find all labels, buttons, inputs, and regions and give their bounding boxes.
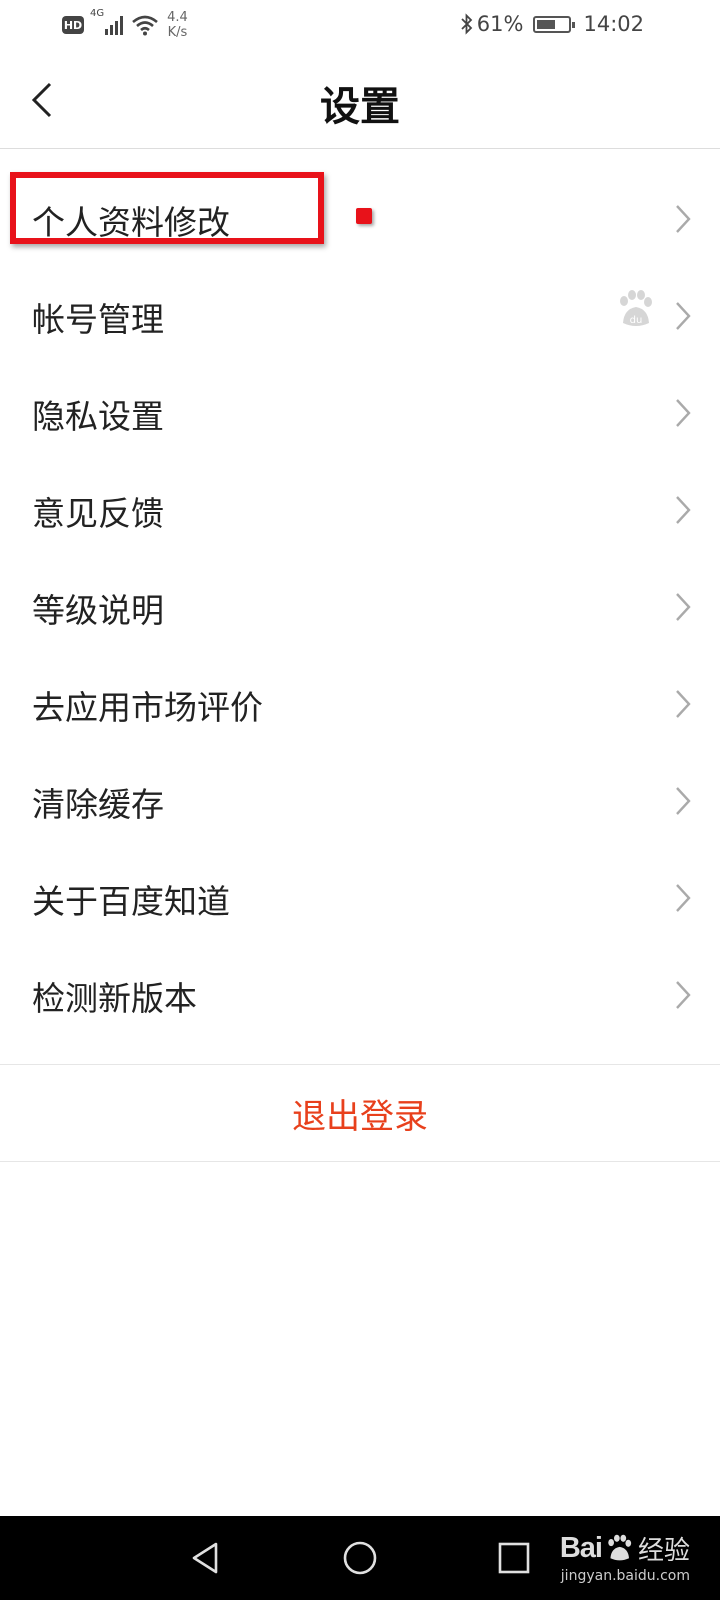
baidu-jingyan-watermark: Bai 经验 bbox=[560, 1530, 690, 1567]
logout-section: 退出登录 bbox=[0, 1064, 720, 1162]
menu-item-profile-edit[interactable]: 个人资料修改 bbox=[0, 172, 720, 269]
baidu-paw-icon bbox=[608, 1534, 632, 1560]
menu-item-check-update[interactable]: 检测新版本 bbox=[0, 948, 720, 1045]
clock: 14:02 bbox=[583, 12, 644, 36]
network-type-label: 4G bbox=[90, 8, 105, 19]
page-title: 设置 bbox=[320, 84, 400, 130]
network-speed: 4.4 K/s bbox=[167, 10, 188, 40]
menu-item-level-info[interactable]: 等级说明 bbox=[0, 560, 720, 657]
annotation-dot bbox=[356, 208, 372, 224]
chevron-right-icon bbox=[676, 496, 691, 524]
menu-item-label: 清除缓存 bbox=[32, 785, 164, 824]
hd-icon: HD bbox=[62, 16, 84, 34]
watermark-suffix: 经验 bbox=[637, 1536, 690, 1566]
signal-icon bbox=[105, 15, 125, 35]
menu-item-label: 等级说明 bbox=[32, 591, 164, 630]
battery-percent: 61% bbox=[476, 12, 524, 36]
recents-square-icon[interactable] bbox=[494, 1538, 534, 1578]
battery-tip bbox=[572, 21, 576, 28]
app-header: 设置 bbox=[0, 52, 720, 149]
menu-item-label: 关于百度知道 bbox=[32, 882, 230, 921]
chevron-right-icon bbox=[676, 884, 691, 912]
menu-item-clear-cache[interactable]: 清除缓存 bbox=[0, 754, 720, 851]
settings-menu: 个人资料修改 帐号管理 du 隐私设置 意见反馈 等级说明 去应用市场评价 清除… bbox=[0, 172, 720, 1045]
chevron-right-icon bbox=[676, 787, 691, 815]
menu-item-about[interactable]: 关于百度知道 bbox=[0, 851, 720, 948]
chevron-right-icon bbox=[676, 690, 691, 718]
status-bar-left: HD 4G 4.4 K/s bbox=[62, 8, 188, 40]
bluetooth-icon bbox=[461, 13, 473, 35]
home-circle-icon[interactable] bbox=[340, 1538, 380, 1578]
network-speed-unit: K/s bbox=[167, 25, 188, 40]
menu-item-label: 帐号管理 bbox=[32, 300, 164, 339]
chevron-right-icon bbox=[676, 205, 691, 233]
back-triangle-icon[interactable] bbox=[186, 1538, 226, 1578]
menu-item-label: 意见反馈 bbox=[32, 494, 164, 533]
chevron-right-icon bbox=[676, 593, 691, 621]
menu-item-account-management[interactable]: 帐号管理 du bbox=[0, 269, 720, 366]
menu-item-label: 隐私设置 bbox=[32, 397, 164, 436]
system-nav-bar: Bai 经验 jingyan.baidu.com bbox=[0, 1516, 720, 1600]
chevron-right-icon bbox=[676, 302, 691, 330]
logout-button[interactable]: 退出登录 bbox=[0, 1065, 720, 1161]
menu-item-privacy-settings[interactable]: 隐私设置 bbox=[0, 366, 720, 463]
chevron-right-icon bbox=[676, 981, 691, 1009]
svg-text:du: du bbox=[630, 315, 643, 326]
menu-item-rate-app[interactable]: 去应用市场评价 bbox=[0, 657, 720, 754]
chevron-right-icon bbox=[676, 399, 691, 427]
battery-fill bbox=[537, 19, 556, 29]
battery-icon bbox=[533, 15, 576, 33]
network-speed-value: 4.4 bbox=[167, 10, 188, 25]
status-bar-right: 61% 14:02 bbox=[459, 12, 644, 36]
watermark-url: jingyan.baidu.com bbox=[560, 1568, 690, 1584]
menu-item-label: 检测新版本 bbox=[32, 979, 197, 1018]
wifi-icon bbox=[132, 15, 158, 36]
highlight-annotation-box bbox=[10, 172, 324, 244]
menu-item-label: 去应用市场评价 bbox=[32, 688, 263, 727]
status-bar: HD 4G 4.4 K/s 61% 14:02 bbox=[0, 0, 720, 52]
watermark-brand: Bai bbox=[559, 1532, 603, 1564]
menu-item-feedback[interactable]: 意见反馈 bbox=[0, 463, 720, 560]
baidu-paw-icon: du bbox=[620, 290, 652, 326]
